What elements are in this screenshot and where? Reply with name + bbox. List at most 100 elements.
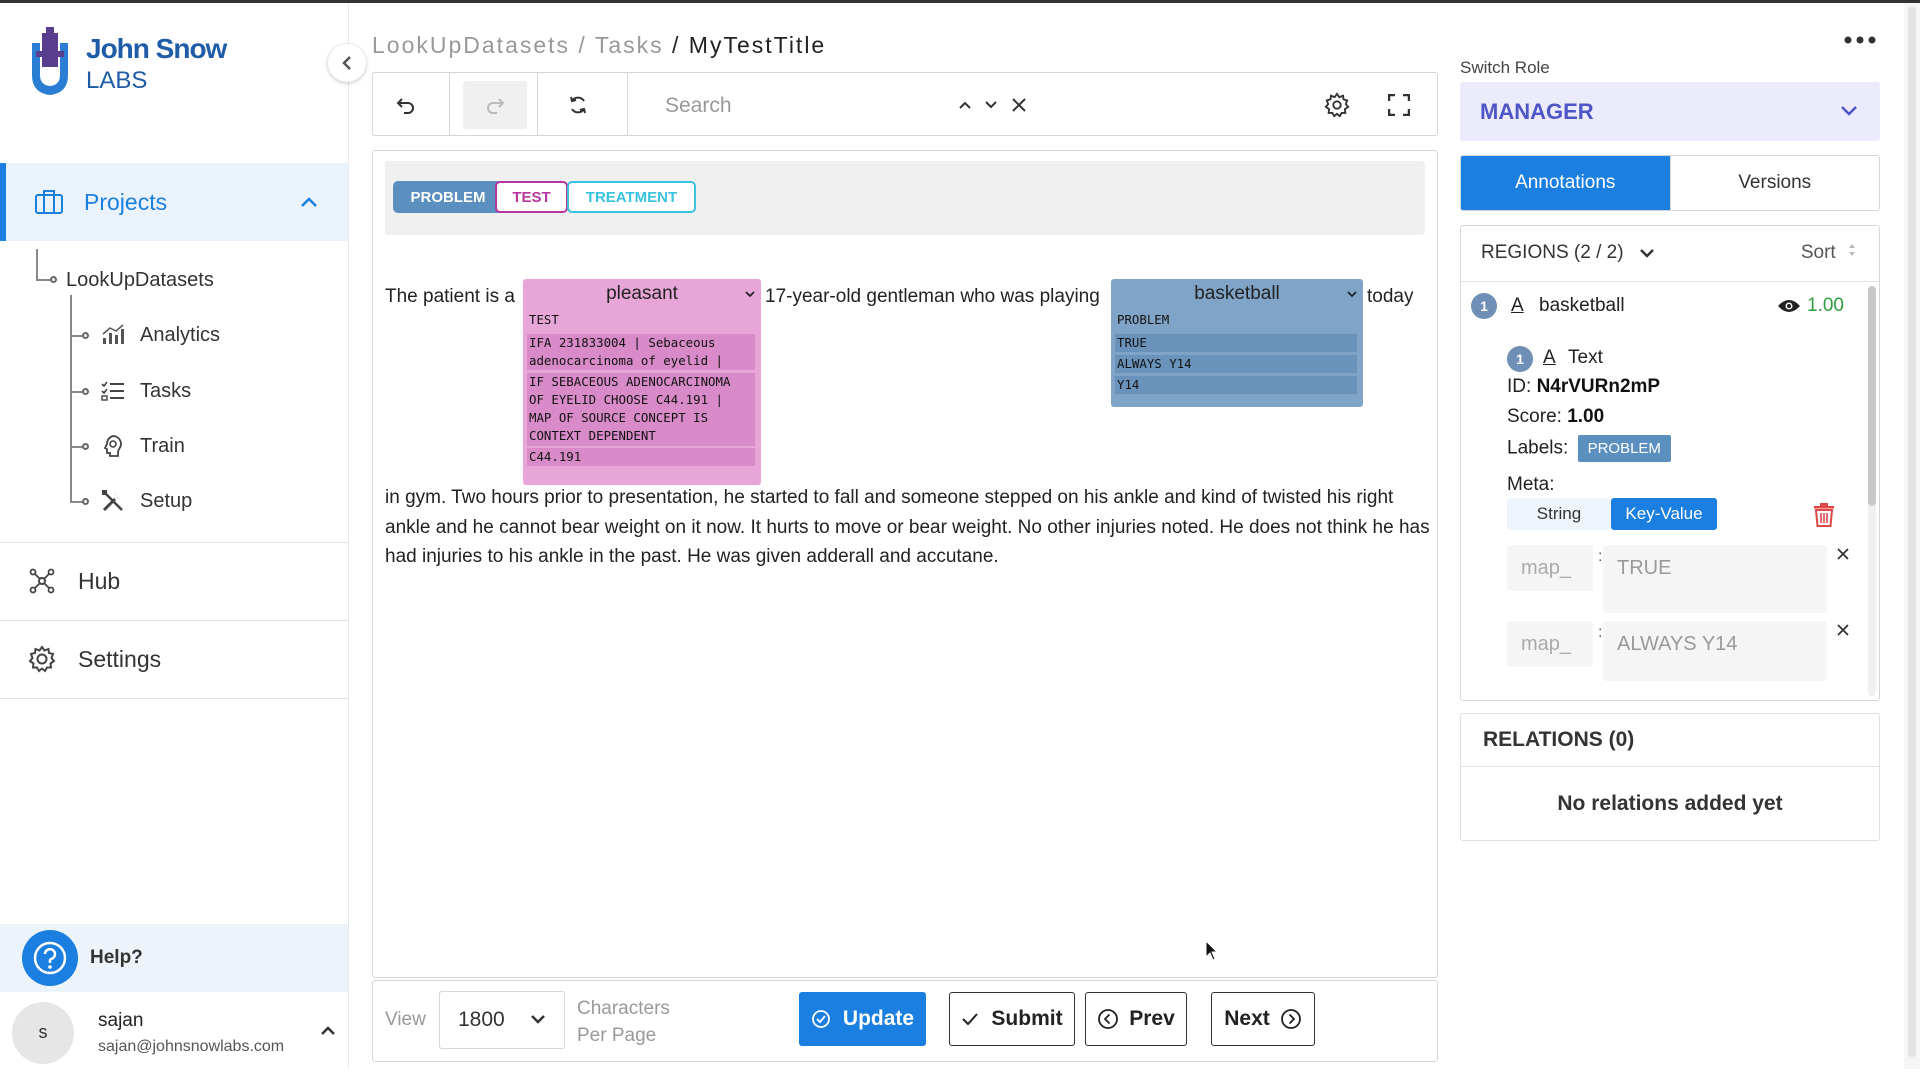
- nav-hub[interactable]: Hub: [0, 543, 348, 619]
- reset-button[interactable]: [551, 81, 605, 129]
- annotation-meta-row: ALWAYS Y14: [1115, 355, 1357, 373]
- user-name: sajan: [98, 1009, 144, 1031]
- breadcrumb-separator: /: [663, 32, 689, 58]
- sort-button[interactable]: Sort: [1801, 242, 1857, 264]
- fullscreen-button[interactable]: [1373, 81, 1425, 129]
- breadcrumb: LookUpDatasets / Tasks / MyTestTitle: [372, 32, 826, 59]
- meta-key-input[interactable]: map_: [1507, 621, 1593, 667]
- text-segment[interactable]: 17-year-old gentleman who was playing: [765, 286, 1100, 308]
- user-menu[interactable]: s sajan sajan@johnsnowlabs.com: [0, 993, 348, 1072]
- search-input[interactable]: [663, 85, 927, 127]
- redo-icon: [487, 98, 505, 114]
- collapse-sidebar-button[interactable]: [328, 44, 366, 82]
- nav-projects[interactable]: Projects: [0, 163, 348, 241]
- text-segment[interactable]: The patient is a: [385, 286, 515, 308]
- tab-versions[interactable]: Versions: [1669, 156, 1879, 210]
- label-chip-problem[interactable]: PROBLEM: [1577, 435, 1671, 462]
- label-treatment[interactable]: TREATMENT: [567, 181, 696, 213]
- breadcrumb-project[interactable]: LookUpDatasets: [372, 32, 570, 58]
- delete-meta-button[interactable]: [1813, 503, 1835, 532]
- tab-annotations[interactable]: Annotations: [1461, 156, 1670, 210]
- text-segment[interactable]: today: [1367, 286, 1413, 308]
- tree-root-lookupdatasets[interactable]: LookUpDatasets: [66, 269, 214, 292]
- region-name[interactable]: basketball: [1539, 295, 1625, 317]
- chevron-down-icon[interactable]: [745, 287, 755, 301]
- meta-key-input[interactable]: map_: [1507, 545, 1593, 591]
- divider: [537, 73, 538, 135]
- role-value: MANAGER: [1480, 98, 1594, 124]
- chevron-left-circle-icon: [1098, 1009, 1119, 1029]
- sidebar-item-analytics[interactable]: Analytics: [100, 323, 220, 347]
- document-text[interactable]: in gym. Two hours prior to presentation,…: [385, 483, 1435, 572]
- relations-header: RELATIONS (0): [1461, 714, 1879, 767]
- help-button[interactable]: Help?: [0, 924, 348, 992]
- chevron-down-icon: [530, 1011, 546, 1029]
- chevron-up-icon[interactable]: [320, 1023, 336, 1041]
- label-problem[interactable]: PROBLEM: [393, 181, 503, 213]
- brand-logo[interactable]: John Snow LABS: [26, 25, 227, 101]
- hub-icon: [28, 567, 56, 595]
- editor-settings-button[interactable]: [1311, 81, 1363, 129]
- submit-button[interactable]: Submit: [949, 992, 1075, 1046]
- more-menu-icon[interactable]: [1842, 20, 1878, 52]
- scrollbar-thumb[interactable]: [1908, 7, 1916, 1057]
- relations-empty-message: No relations added yet: [1557, 792, 1783, 815]
- id-value: N4rVURn2mP: [1536, 376, 1661, 397]
- regions-title[interactable]: REGIONS (2 / 2): [1481, 242, 1655, 264]
- remove-kv-button[interactable]: [1837, 620, 1849, 641]
- prev-button[interactable]: Prev: [1085, 992, 1187, 1046]
- nav-hub-label: Hub: [78, 567, 121, 594]
- scrollbar-thumb[interactable]: [1868, 286, 1876, 506]
- meta-value-input[interactable]: ALWAYS Y14: [1603, 621, 1827, 681]
- undo-button[interactable]: [379, 81, 433, 129]
- search-next-button[interactable]: [979, 81, 1003, 129]
- undo-icon: [396, 98, 414, 114]
- tree-line: [36, 249, 38, 279]
- breadcrumb-tasks[interactable]: Tasks: [595, 32, 664, 58]
- sidebar-item-train[interactable]: Train: [100, 434, 185, 458]
- regions-title-text: REGIONS (2 / 2): [1481, 242, 1624, 263]
- kv-separator: :: [1598, 624, 1603, 641]
- search-prev-button[interactable]: [953, 81, 977, 129]
- regions-scrollbar[interactable]: [1868, 286, 1876, 696]
- help-label: Help?: [90, 947, 143, 968]
- remove-kv-button[interactable]: [1837, 544, 1849, 565]
- sidebar-item-tasks[interactable]: Tasks: [100, 379, 191, 403]
- next-button[interactable]: Next: [1211, 992, 1315, 1046]
- label-palette: PROBLEM TEST TREATMENT: [385, 161, 1425, 235]
- search-clear-button[interactable]: [1005, 81, 1033, 129]
- page-scrollbar[interactable]: [1904, 3, 1920, 1069]
- meta-tab-string[interactable]: String: [1507, 498, 1611, 530]
- label-test[interactable]: TEST: [495, 181, 568, 213]
- chevron-right-circle-icon: [1280, 1009, 1301, 1029]
- eye-icon[interactable]: [1777, 298, 1801, 319]
- cpp-line2: Per Page: [577, 1025, 657, 1046]
- text-region-icon: A: [1511, 295, 1524, 316]
- setup-icon: [100, 489, 126, 513]
- annotation-basketball[interactable]: basketball PROBLEM TRUE ALWAYS Y14 Y14: [1111, 279, 1363, 407]
- region-score: 1.00: [1807, 295, 1844, 316]
- meta-value-input[interactable]: TRUE: [1603, 545, 1827, 613]
- regions-header: REGIONS (2 / 2) Sort: [1461, 226, 1879, 282]
- train-icon: [100, 434, 126, 458]
- sidebar-item-label: Train: [140, 434, 185, 457]
- annotation-meta-row: TRUE: [1115, 334, 1357, 352]
- tasks-icon: [100, 379, 126, 403]
- regions-panel: REGIONS (2 / 2) Sort 1 A basketball 1.00…: [1460, 225, 1880, 701]
- annotation-pleasant[interactable]: pleasant TEST IFA 231833004 | Sebaceous …: [523, 279, 761, 485]
- settings-gear-icon: [28, 645, 56, 673]
- annotation-editor: PROBLEM TEST TREATMENT The patient is a …: [372, 150, 1438, 978]
- refresh-icon: [570, 96, 586, 114]
- nav-settings[interactable]: Settings: [0, 621, 348, 697]
- chevron-down-icon[interactable]: [1347, 287, 1357, 301]
- meta-tab-key-value[interactable]: Key-Value: [1611, 498, 1717, 530]
- update-label: Update: [842, 1007, 915, 1030]
- sidebar-item-setup[interactable]: Setup: [100, 489, 192, 513]
- update-button[interactable]: Update: [799, 992, 926, 1046]
- breadcrumb-separator: /: [570, 32, 595, 58]
- chevron-up-icon[interactable]: [300, 192, 318, 213]
- annotation-meta-row: Y14: [1115, 376, 1357, 394]
- role-select[interactable]: MANAGER: [1460, 82, 1880, 141]
- chars-per-page-select[interactable]: 1800: [439, 991, 565, 1049]
- redo-button[interactable]: [463, 81, 527, 129]
